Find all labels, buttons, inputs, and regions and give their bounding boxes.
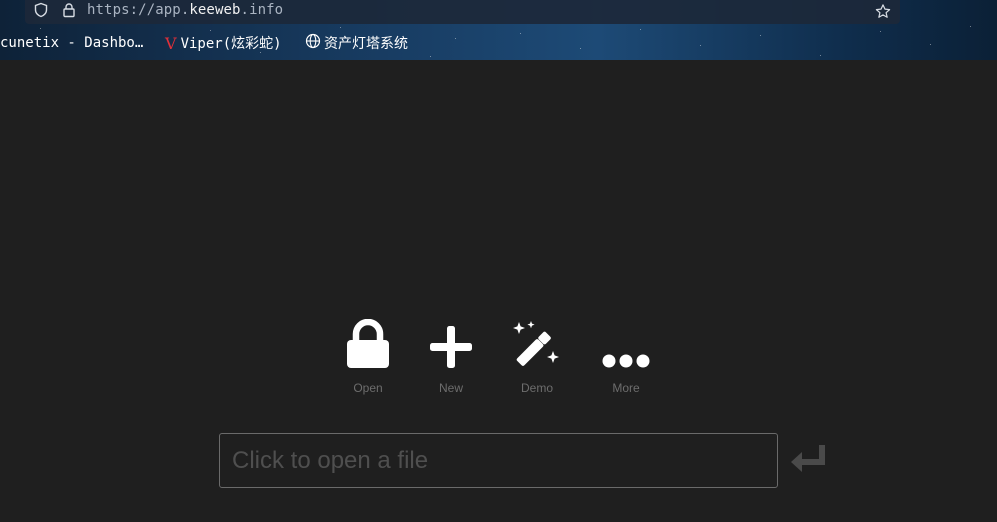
new-button[interactable]: New <box>411 317 491 395</box>
more-label: More <box>612 381 640 395</box>
viper-logo-icon: V <box>165 33 177 53</box>
url-suffix: .info <box>240 2 284 18</box>
ellipsis-icon <box>602 317 650 369</box>
new-label: New <box>438 381 463 395</box>
bookmarks-bar: cunetix - Dashbo… V Viper(炫彩蛇) 资产灯塔系统 <box>0 32 997 54</box>
browser-chrome: https://app.keeweb.info cunetix - Dashbo… <box>0 0 997 60</box>
open-file-input[interactable] <box>232 446 765 475</box>
keeweb-app: Open New Demo More Click to open a file <box>0 60 997 522</box>
lock-icon <box>345 317 391 369</box>
open-button[interactable]: Open <box>328 317 408 395</box>
bookmark-label: Viper(炫彩蛇) <box>180 36 282 52</box>
lock-icon[interactable] <box>61 2 77 18</box>
more-button[interactable]: More <box>586 317 666 395</box>
globe-icon <box>305 33 321 53</box>
demo-label: Demo <box>520 381 553 395</box>
plus-icon <box>429 317 473 369</box>
bookmark-asset-lighthouse[interactable]: 资产灯塔系统 <box>305 33 408 53</box>
demo-button[interactable]: Demo <box>497 317 577 395</box>
open-file-field[interactable] <box>219 433 778 488</box>
bookmark-label: 资产灯塔系统 <box>324 36 408 52</box>
bookmark-viper[interactable]: V Viper(炫彩蛇) <box>165 33 282 53</box>
enter-icon[interactable] <box>789 445 829 475</box>
address-bar[interactable]: https://app.keeweb.info <box>25 0 900 24</box>
bookmark-label: cunetix - Dashbo… <box>0 35 144 51</box>
magic-wand-icon <box>511 317 563 369</box>
url-domain: keeweb <box>189 2 241 18</box>
open-actions: Open New Demo More <box>0 317 997 397</box>
open-label: Open <box>353 381 383 395</box>
shield-icon[interactable] <box>33 2 49 18</box>
url-prefix: https://app. <box>87 2 190 18</box>
bookmark-cunetix[interactable]: cunetix - Dashbo… <box>0 35 143 51</box>
star-icon[interactable] <box>875 3 891 19</box>
url-text[interactable]: https://app.keeweb.info <box>87 2 283 18</box>
